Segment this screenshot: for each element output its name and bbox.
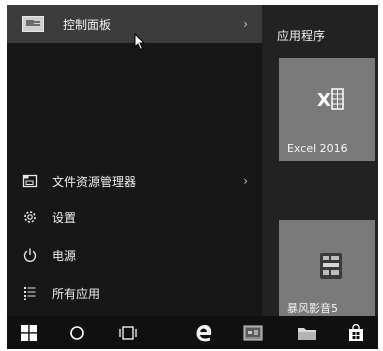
cortana-icon <box>70 325 84 340</box>
file-explorer-icon <box>298 327 316 340</box>
store-icon <box>349 323 363 341</box>
app-icon <box>243 325 263 340</box>
gear-icon <box>20 207 40 227</box>
file-explorer-icon <box>20 171 40 191</box>
menu-item-label: 电源 <box>52 248 77 263</box>
edge-button[interactable] <box>187 316 221 349</box>
menu-item-file-explorer[interactable]: 文件资源管理器 › <box>7 163 262 199</box>
chevron-right-icon: › <box>243 17 248 31</box>
start-button[interactable] <box>7 316 51 349</box>
control-panel-icon <box>22 16 44 32</box>
menu-item-label: 控制面板 <box>63 17 112 32</box>
tile-area: 应用程序 X Excel 2016 暴风影音5 <box>262 5 378 316</box>
excel-icon: X <box>317 88 344 111</box>
taskbar-app-button[interactable] <box>236 316 270 349</box>
all-apps-icon <box>20 283 40 303</box>
tile-excel-2016[interactable]: X Excel 2016 <box>279 58 375 161</box>
menu-item-label: 设置 <box>52 210 77 225</box>
store-button[interactable] <box>339 316 373 349</box>
edge-icon <box>196 324 212 341</box>
menu-item-label: 所有应用 <box>52 286 101 301</box>
tile-storm-player[interactable]: 暴风影音5 <box>279 220 375 316</box>
chevron-right-icon: › <box>243 174 248 188</box>
cortana-button[interactable] <box>60 316 94 349</box>
windows-logo-icon <box>21 324 37 341</box>
menu-item-power[interactable]: 电源 <box>7 237 262 273</box>
task-view-icon <box>119 325 137 340</box>
menu-item-label: 文件资源管理器 <box>52 174 137 189</box>
menu-item-settings[interactable]: 设置 <box>7 199 262 235</box>
svg-text:X: X <box>317 90 331 111</box>
menu-item-all-apps[interactable]: 所有应用 <box>7 275 262 311</box>
tile-group-title: 应用程序 <box>277 29 326 43</box>
storm-player-icon <box>320 253 342 279</box>
taskbar <box>7 316 378 349</box>
tile-label: 暴风影音5 <box>287 302 338 315</box>
start-menu-list: 控制面板 › 文件资源管理器 › 设置 电源 所有应用 <box>7 5 262 316</box>
mouse-cursor-icon <box>134 33 146 51</box>
file-explorer-taskbar-button[interactable] <box>290 316 324 349</box>
power-icon <box>20 245 40 265</box>
task-view-button[interactable] <box>111 316 145 349</box>
start-menu: 控制面板 › 文件资源管理器 › 设置 电源 所有应用 应用程序 X Excel… <box>7 5 378 349</box>
tile-label: Excel 2016 <box>287 142 348 155</box>
